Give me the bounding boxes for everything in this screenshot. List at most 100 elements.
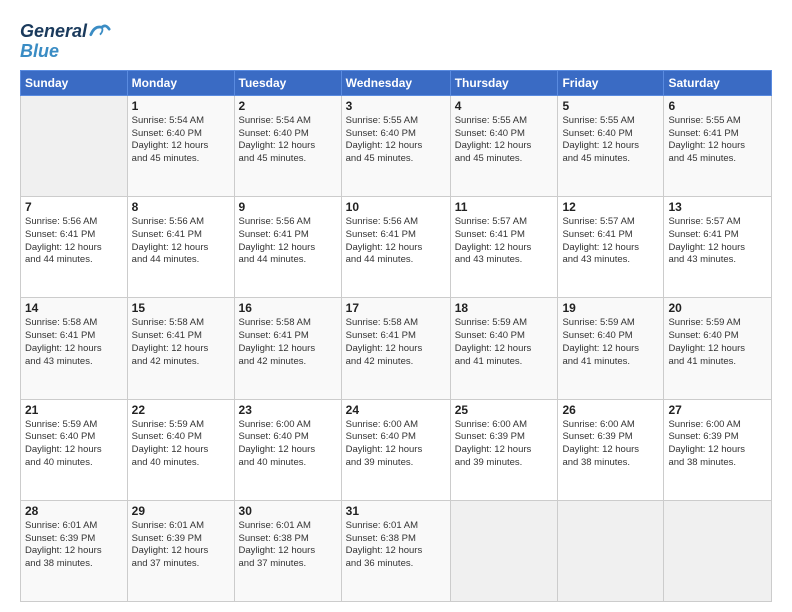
day-info: Sunrise: 5:57 AM Sunset: 6:41 PM Dayligh… bbox=[455, 216, 554, 267]
day-info: Sunrise: 5:55 AM Sunset: 6:40 PM Dayligh… bbox=[455, 115, 554, 166]
calendar-cell bbox=[664, 500, 772, 601]
calendar-cell: 6 Sunrise: 5:55 AM Sunset: 6:41 PM Daylig… bbox=[664, 95, 772, 196]
day-number: 31 bbox=[346, 504, 446, 518]
day-info: Sunrise: 5:55 AM Sunset: 6:41 PM Dayligh… bbox=[668, 115, 767, 166]
calendar-cell: 21 Sunrise: 5:59 AM Sunset: 6:40 PM Dayli… bbox=[21, 399, 128, 500]
calendar-cell: 15 Sunrise: 5:58 AM Sunset: 6:41 PM Dayli… bbox=[127, 298, 234, 399]
calendar-header-thursday: Thursday bbox=[450, 70, 558, 95]
calendar-week-2: 7 Sunrise: 5:56 AM Sunset: 6:41 PM Daylig… bbox=[21, 197, 772, 298]
calendar-cell: 20 Sunrise: 5:59 AM Sunset: 6:40 PM Dayli… bbox=[664, 298, 772, 399]
day-number: 12 bbox=[562, 200, 659, 214]
day-number: 11 bbox=[455, 200, 554, 214]
day-number: 21 bbox=[25, 403, 123, 417]
day-number: 13 bbox=[668, 200, 767, 214]
day-info: Sunrise: 5:59 AM Sunset: 6:40 PM Dayligh… bbox=[668, 317, 767, 368]
day-info: Sunrise: 6:00 AM Sunset: 6:39 PM Dayligh… bbox=[668, 419, 767, 470]
calendar-header-monday: Monday bbox=[127, 70, 234, 95]
day-info: Sunrise: 5:58 AM Sunset: 6:41 PM Dayligh… bbox=[239, 317, 337, 368]
day-number: 25 bbox=[455, 403, 554, 417]
header: General Blue bbox=[20, 18, 772, 62]
calendar-cell: 12 Sunrise: 5:57 AM Sunset: 6:41 PM Dayli… bbox=[558, 197, 664, 298]
day-number: 20 bbox=[668, 301, 767, 315]
calendar-cell: 22 Sunrise: 5:59 AM Sunset: 6:40 PM Dayli… bbox=[127, 399, 234, 500]
day-number: 10 bbox=[346, 200, 446, 214]
day-number: 2 bbox=[239, 99, 337, 113]
calendar-header-row: SundayMondayTuesdayWednesdayThursdayFrid… bbox=[21, 70, 772, 95]
calendar-cell: 3Sunrise: 5:55 AM Sunset: 6:40 PM Daylig… bbox=[341, 95, 450, 196]
calendar-week-3: 14 Sunrise: 5:58 AM Sunset: 6:41 PM Dayli… bbox=[21, 298, 772, 399]
calendar-cell: 28 Sunrise: 6:01 AM Sunset: 6:39 PM Dayli… bbox=[21, 500, 128, 601]
day-info: Sunrise: 5:59 AM Sunset: 6:40 PM Dayligh… bbox=[25, 419, 123, 470]
day-number: 6 bbox=[668, 99, 767, 113]
calendar-week-1: 1 Sunrise: 5:54 AM Sunset: 6:40 PM Daylig… bbox=[21, 95, 772, 196]
calendar-cell bbox=[558, 500, 664, 601]
day-info: Sunrise: 6:01 AM Sunset: 6:39 PM Dayligh… bbox=[25, 520, 123, 571]
calendar-cell: 10 Sunrise: 5:56 AM Sunset: 6:41 PM Dayli… bbox=[341, 197, 450, 298]
calendar-cell: 29 Sunrise: 6:01 AM Sunset: 6:39 PM Dayli… bbox=[127, 500, 234, 601]
day-info: Sunrise: 6:00 AM Sunset: 6:39 PM Dayligh… bbox=[455, 419, 554, 470]
day-info: Sunrise: 5:55 AM Sunset: 6:40 PM Dayligh… bbox=[562, 115, 659, 166]
day-info: Sunrise: 6:01 AM Sunset: 6:38 PM Dayligh… bbox=[346, 520, 446, 571]
day-number: 15 bbox=[132, 301, 230, 315]
day-info: Sunrise: 5:56 AM Sunset: 6:41 PM Dayligh… bbox=[239, 216, 337, 267]
calendar-cell: 31 Sunrise: 6:01 AM Sunset: 6:38 PM Dayli… bbox=[341, 500, 450, 601]
day-info: Sunrise: 5:58 AM Sunset: 6:41 PM Dayligh… bbox=[346, 317, 446, 368]
calendar-cell: 2 Sunrise: 5:54 AM Sunset: 6:40 PM Daylig… bbox=[234, 95, 341, 196]
calendar-header-saturday: Saturday bbox=[664, 70, 772, 95]
calendar-table: SundayMondayTuesdayWednesdayThursdayFrid… bbox=[20, 70, 772, 602]
day-info: Sunrise: 5:58 AM Sunset: 6:41 PM Dayligh… bbox=[25, 317, 123, 368]
logo: General Blue bbox=[20, 22, 111, 62]
calendar-cell: 17 Sunrise: 5:58 AM Sunset: 6:41 PM Dayli… bbox=[341, 298, 450, 399]
calendar-cell: 23 Sunrise: 6:00 AM Sunset: 6:40 PM Dayli… bbox=[234, 399, 341, 500]
day-info: Sunrise: 5:58 AM Sunset: 6:41 PM Dayligh… bbox=[132, 317, 230, 368]
calendar-cell: 8 Sunrise: 5:56 AM Sunset: 6:41 PM Daylig… bbox=[127, 197, 234, 298]
day-info: Sunrise: 6:01 AM Sunset: 6:39 PM Dayligh… bbox=[132, 520, 230, 571]
day-number: 17 bbox=[346, 301, 446, 315]
calendar-cell: 16 Sunrise: 5:58 AM Sunset: 6:41 PM Dayli… bbox=[234, 298, 341, 399]
calendar-cell bbox=[450, 500, 558, 601]
calendar-cell: 27Sunrise: 6:00 AM Sunset: 6:39 PM Dayli… bbox=[664, 399, 772, 500]
calendar-week-5: 28 Sunrise: 6:01 AM Sunset: 6:39 PM Dayli… bbox=[21, 500, 772, 601]
logo-text2: Blue bbox=[20, 42, 59, 62]
calendar-cell: 18Sunrise: 5:59 AM Sunset: 6:40 PM Dayli… bbox=[450, 298, 558, 399]
page: General Blue SundayMondayTuesdayWednesda… bbox=[0, 0, 792, 612]
day-info: Sunrise: 5:54 AM Sunset: 6:40 PM Dayligh… bbox=[132, 115, 230, 166]
day-number: 22 bbox=[132, 403, 230, 417]
day-info: Sunrise: 5:59 AM Sunset: 6:40 PM Dayligh… bbox=[132, 419, 230, 470]
day-number: 26 bbox=[562, 403, 659, 417]
day-number: 23 bbox=[239, 403, 337, 417]
calendar-cell: 1 Sunrise: 5:54 AM Sunset: 6:40 PM Daylig… bbox=[127, 95, 234, 196]
day-number: 29 bbox=[132, 504, 230, 518]
day-number: 14 bbox=[25, 301, 123, 315]
day-number: 8 bbox=[132, 200, 230, 214]
calendar-cell: 5Sunrise: 5:55 AM Sunset: 6:40 PM Daylig… bbox=[558, 95, 664, 196]
day-info: Sunrise: 5:56 AM Sunset: 6:41 PM Dayligh… bbox=[132, 216, 230, 267]
day-info: Sunrise: 5:55 AM Sunset: 6:40 PM Dayligh… bbox=[346, 115, 446, 166]
calendar-cell: 11 Sunrise: 5:57 AM Sunset: 6:41 PM Dayli… bbox=[450, 197, 558, 298]
calendar-cell: 30Sunrise: 6:01 AM Sunset: 6:38 PM Dayli… bbox=[234, 500, 341, 601]
day-number: 4 bbox=[455, 99, 554, 113]
day-number: 16 bbox=[239, 301, 337, 315]
calendar-cell: 13Sunrise: 5:57 AM Sunset: 6:41 PM Dayli… bbox=[664, 197, 772, 298]
calendar-cell: 4 Sunrise: 5:55 AM Sunset: 6:40 PM Daylig… bbox=[450, 95, 558, 196]
day-number: 28 bbox=[25, 504, 123, 518]
day-info: Sunrise: 5:56 AM Sunset: 6:41 PM Dayligh… bbox=[346, 216, 446, 267]
calendar-header-tuesday: Tuesday bbox=[234, 70, 341, 95]
day-info: Sunrise: 5:54 AM Sunset: 6:40 PM Dayligh… bbox=[239, 115, 337, 166]
day-number: 9 bbox=[239, 200, 337, 214]
calendar-week-4: 21 Sunrise: 5:59 AM Sunset: 6:40 PM Dayli… bbox=[21, 399, 772, 500]
day-info: Sunrise: 5:59 AM Sunset: 6:40 PM Dayligh… bbox=[562, 317, 659, 368]
day-number: 7 bbox=[25, 200, 123, 214]
calendar-header-friday: Friday bbox=[558, 70, 664, 95]
calendar-cell: 14 Sunrise: 5:58 AM Sunset: 6:41 PM Dayli… bbox=[21, 298, 128, 399]
calendar-cell bbox=[21, 95, 128, 196]
calendar-cell: 9 Sunrise: 5:56 AM Sunset: 6:41 PM Daylig… bbox=[234, 197, 341, 298]
calendar-cell: 24Sunrise: 6:00 AM Sunset: 6:40 PM Dayli… bbox=[341, 399, 450, 500]
calendar-cell: 25 Sunrise: 6:00 AM Sunset: 6:39 PM Dayli… bbox=[450, 399, 558, 500]
day-number: 1 bbox=[132, 99, 230, 113]
day-info: Sunrise: 5:57 AM Sunset: 6:41 PM Dayligh… bbox=[562, 216, 659, 267]
day-info: Sunrise: 6:00 AM Sunset: 6:39 PM Dayligh… bbox=[562, 419, 659, 470]
logo-text: General bbox=[20, 22, 87, 42]
day-info: Sunrise: 6:00 AM Sunset: 6:40 PM Dayligh… bbox=[239, 419, 337, 470]
calendar-cell: 19Sunrise: 5:59 AM Sunset: 6:40 PM Dayli… bbox=[558, 298, 664, 399]
